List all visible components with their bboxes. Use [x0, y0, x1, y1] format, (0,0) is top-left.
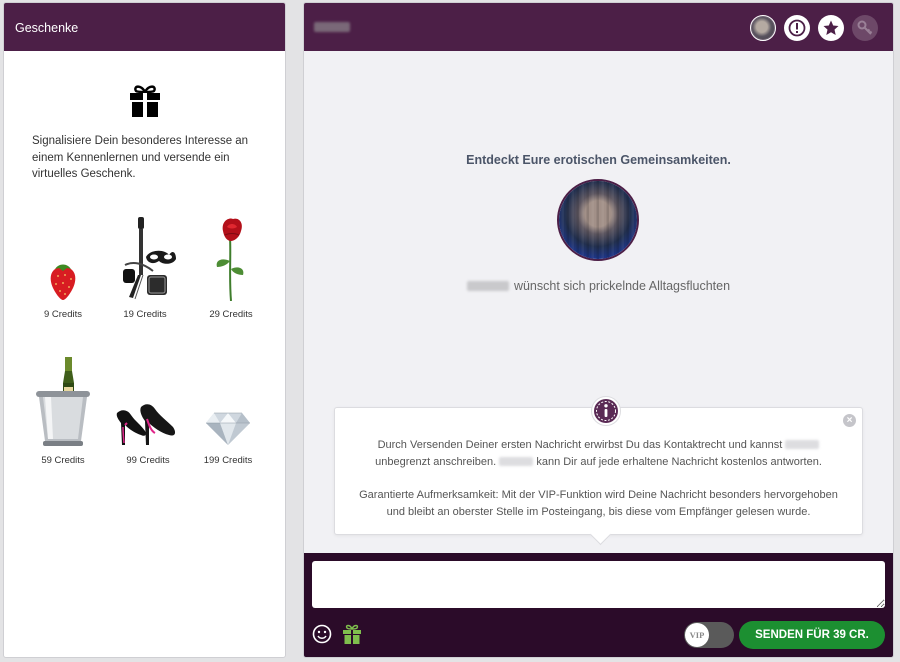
emoji-icon[interactable]	[312, 624, 332, 644]
blurred-partner-name	[466, 281, 509, 291]
info-icon	[788, 19, 806, 37]
info-badge	[591, 396, 621, 426]
chat-messages-area: Entdeckt Eure erotischen Gemeinsamkeiten…	[304, 51, 893, 553]
close-icon[interactable]: ×	[843, 414, 856, 427]
info-text: Durch Versenden Deiner ersten Nachricht …	[335, 437, 862, 521]
gift-strawberry[interactable]: 9 Credits	[23, 211, 103, 320]
blurred-name	[499, 457, 534, 466]
info-line1a: Durch Versenden Deiner ersten Nachricht …	[377, 439, 783, 451]
info-line2: Garantierte Aufmerksamkeit: Mit der VIP-…	[359, 489, 838, 518]
gift-price: 29 Credits	[209, 309, 253, 320]
compose-bar: VIP SENDEN FÜR 39 CR.	[304, 553, 893, 657]
info-button[interactable]	[784, 15, 810, 41]
gift-icon	[130, 85, 160, 117]
info-line1b: unbegrenzt anschreiben.	[375, 456, 497, 468]
gift-bdsm-set[interactable]: 19 Credits	[105, 211, 185, 320]
gifts-panel-title: Geschenke	[4, 3, 285, 51]
info-line1c: kann Dir auf jede erhaltene Nachricht ko…	[536, 456, 822, 468]
chat-partner-name-blurred	[314, 22, 350, 32]
gift-champagne[interactable]: 59 Credits	[23, 357, 103, 466]
gift-rose[interactable]: 29 Credits	[191, 211, 271, 320]
chat-header	[304, 3, 893, 51]
partner-avatar[interactable]	[750, 15, 776, 41]
chat-panel: Entdeckt Eure erotischen Gemeinsamkeiten…	[303, 2, 894, 658]
strawberry-icon	[50, 264, 76, 300]
high-heels-icon	[116, 404, 176, 445]
match-text-label: wünscht sich prickelnde Alltagsfluchten	[513, 279, 731, 293]
blurred-name	[785, 440, 820, 449]
gift-icon[interactable]	[342, 624, 362, 644]
message-input[interactable]	[312, 561, 885, 608]
vip-toggle[interactable]: VIP	[684, 622, 734, 648]
gift-diamond[interactable]: 199 Credits	[188, 357, 268, 466]
gift-price: 199 Credits	[203, 455, 253, 466]
gifts-description: Signalisiere Dein besonderes Interesse a…	[32, 135, 249, 180]
vip-toggle-label: VIP	[685, 623, 709, 647]
mask-whip-icon	[123, 217, 176, 300]
gift-price: 99 Credits	[126, 455, 170, 466]
match-title: Entdeckt Eure erotischen Gemeinsamkeiten…	[466, 153, 731, 167]
key-icon	[857, 20, 873, 35]
gifts-panel: Geschenke Signalisiere Dein besonderes I…	[3, 2, 286, 658]
gift-price: 19 Credits	[123, 309, 167, 320]
favorite-button[interactable]	[818, 15, 844, 41]
key-button[interactable]	[852, 15, 878, 41]
gift-price: 59 Credits	[41, 455, 85, 466]
diamond-icon	[206, 412, 250, 445]
gift-price: 9 Credits	[43, 309, 82, 320]
info-popup: × Durch Versenden Deiner ersten Nachrich…	[334, 396, 863, 535]
star-icon	[823, 20, 839, 35]
info-icon	[594, 399, 618, 423]
match-text: wünscht sich prickelnde Alltagsfluchten	[304, 279, 893, 293]
send-button[interactable]: SENDEN FÜR 39 CR.	[739, 621, 885, 649]
champagne-icon	[36, 357, 90, 446]
gift-high-heels[interactable]: 99 Credits	[108, 357, 188, 466]
rose-icon	[216, 218, 244, 301]
match-avatar[interactable]	[557, 179, 639, 261]
